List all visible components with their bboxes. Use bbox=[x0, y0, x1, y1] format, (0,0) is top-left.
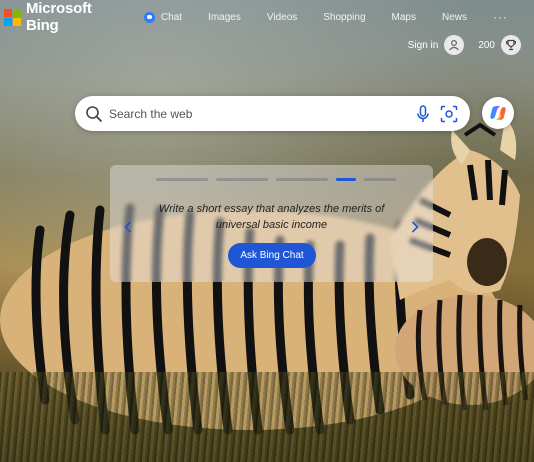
search-box bbox=[75, 96, 470, 131]
nav-item-maps[interactable]: Maps bbox=[392, 12, 416, 23]
chat-suggestion-card: Write a short essay that analyzes the me… bbox=[110, 165, 433, 282]
ask-bing-chat-button[interactable]: Ask Bing Chat bbox=[228, 243, 316, 268]
nav-item-label: Images bbox=[208, 11, 241, 23]
microsoft-logo-icon bbox=[4, 8, 21, 26]
nav-item-label: Maps bbox=[391, 11, 416, 23]
nav-item-shopping[interactable]: Shopping bbox=[323, 12, 365, 23]
bing-logo[interactable]: Microsoft Bing bbox=[4, 0, 128, 34]
carousel-dot[interactable] bbox=[276, 178, 328, 181]
suggestion-prompt: Write a short essay that analyzes the me… bbox=[158, 203, 385, 231]
user-avatar-icon[interactable] bbox=[444, 35, 465, 55]
carousel-next-button[interactable] bbox=[409, 221, 421, 235]
carousel-dot-active[interactable] bbox=[336, 178, 356, 181]
nav-item-label: Chat bbox=[160, 11, 183, 23]
nav-item-videos[interactable]: Videos bbox=[267, 12, 297, 23]
account-bar: Sign in 200 bbox=[408, 34, 521, 56]
nav-item-label: Videos bbox=[266, 11, 298, 23]
carousel-dot[interactable] bbox=[156, 178, 208, 181]
microphone-icon[interactable] bbox=[416, 104, 430, 123]
chevron-left-icon bbox=[124, 221, 132, 233]
visual-search-icon[interactable] bbox=[440, 105, 458, 123]
nav-item-label: News bbox=[441, 11, 467, 23]
carousel-indicators bbox=[156, 178, 404, 181]
more-menu-button[interactable]: ··· bbox=[493, 10, 508, 24]
main-nav: Chat Images Videos Shopping Maps News ··… bbox=[143, 10, 534, 24]
top-header: Microsoft Bing Chat Images Videos Shoppi… bbox=[0, 0, 534, 34]
rewards-trophy-icon[interactable] bbox=[501, 35, 521, 55]
search-icon bbox=[86, 105, 102, 122]
carousel-dot[interactable] bbox=[364, 178, 396, 181]
nav-item-label: Shopping bbox=[323, 11, 366, 23]
chevron-right-icon bbox=[411, 221, 419, 233]
carousel-prev-button[interactable] bbox=[122, 221, 134, 235]
sign-in-link[interactable]: Sign in bbox=[408, 40, 439, 51]
rewards-points[interactable]: 200 bbox=[478, 40, 495, 51]
brand-name: Microsoft Bing bbox=[25, 0, 92, 34]
nav-item-news[interactable]: News bbox=[442, 12, 467, 23]
nav-item-images[interactable]: Images bbox=[208, 12, 241, 23]
copilot-button[interactable] bbox=[482, 97, 514, 129]
bing-chat-icon bbox=[143, 11, 155, 23]
search-input[interactable] bbox=[109, 106, 416, 121]
nav-item-chat[interactable]: Chat bbox=[143, 11, 183, 23]
carousel-dot[interactable] bbox=[216, 178, 268, 181]
copilot-icon bbox=[490, 106, 506, 120]
